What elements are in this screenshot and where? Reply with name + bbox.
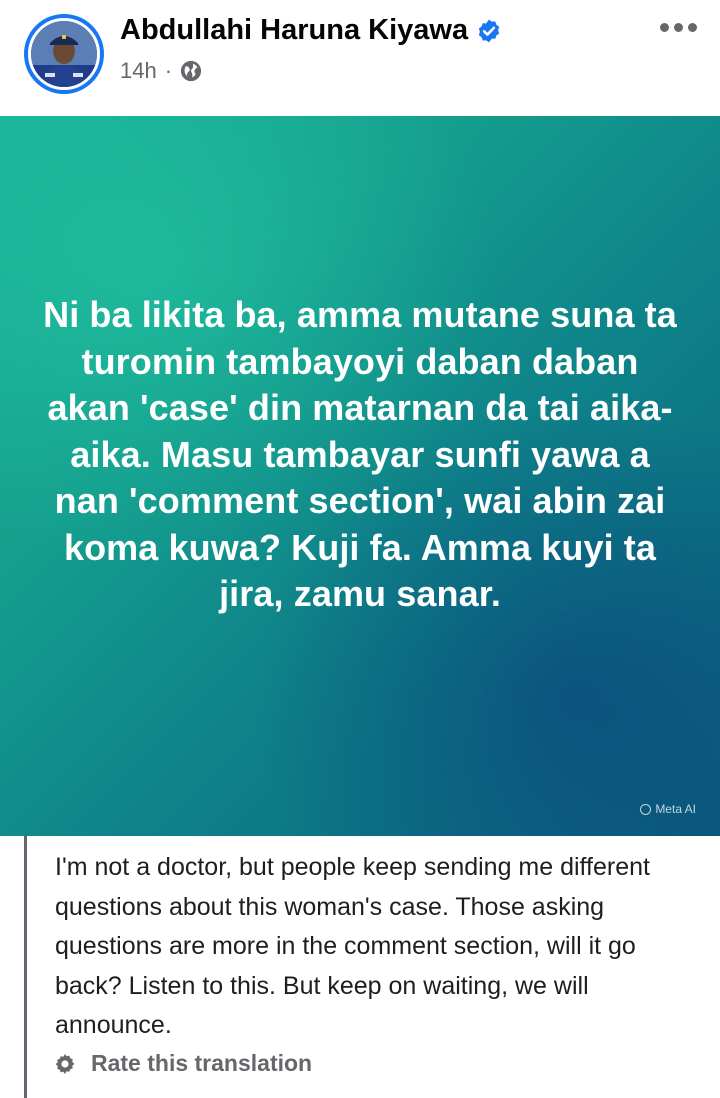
avatar-image	[31, 21, 97, 87]
gear-icon	[55, 1053, 75, 1074]
meta-ai-watermark: Meta AI	[640, 802, 696, 816]
author-avatar[interactable]	[24, 14, 104, 94]
rate-translation-label: Rate this translation	[91, 1050, 313, 1076]
meta-ai-label: Meta AI	[655, 802, 696, 816]
globe-icon[interactable]	[180, 60, 202, 82]
translation-block: I'm not a doctor, but people keep sendin…	[24, 836, 720, 1098]
author-name[interactable]: Abdullahi Haruna Kiyawa	[120, 14, 468, 47]
dot	[673, 22, 683, 32]
post-meta: 14h ·	[120, 58, 202, 84]
avatar-portrait-icon	[31, 21, 97, 87]
meta-ai-icon	[640, 803, 652, 815]
post-image[interactable]: Ni ba likita ba, amma mutane suna ta tur…	[0, 116, 720, 836]
post-time[interactable]: 14h	[120, 58, 157, 84]
more-options-icon[interactable]	[656, 14, 700, 40]
post-header: Abdullahi Haruna Kiyawa 14h ·	[0, 0, 720, 116]
dot	[687, 22, 697, 32]
dot	[659, 22, 669, 32]
image-caption-text: Ni ba likita ba, amma mutane suna ta tur…	[43, 294, 677, 614]
translation-text: I'm not a doctor, but people keep sendin…	[55, 853, 650, 1039]
meta-separator: ·	[164, 58, 173, 83]
verified-badge-icon	[478, 19, 500, 42]
rate-translation-button[interactable]: Rate this translation	[53, 1050, 312, 1077]
author-name-row: Abdullahi Haruna Kiyawa	[120, 14, 502, 47]
